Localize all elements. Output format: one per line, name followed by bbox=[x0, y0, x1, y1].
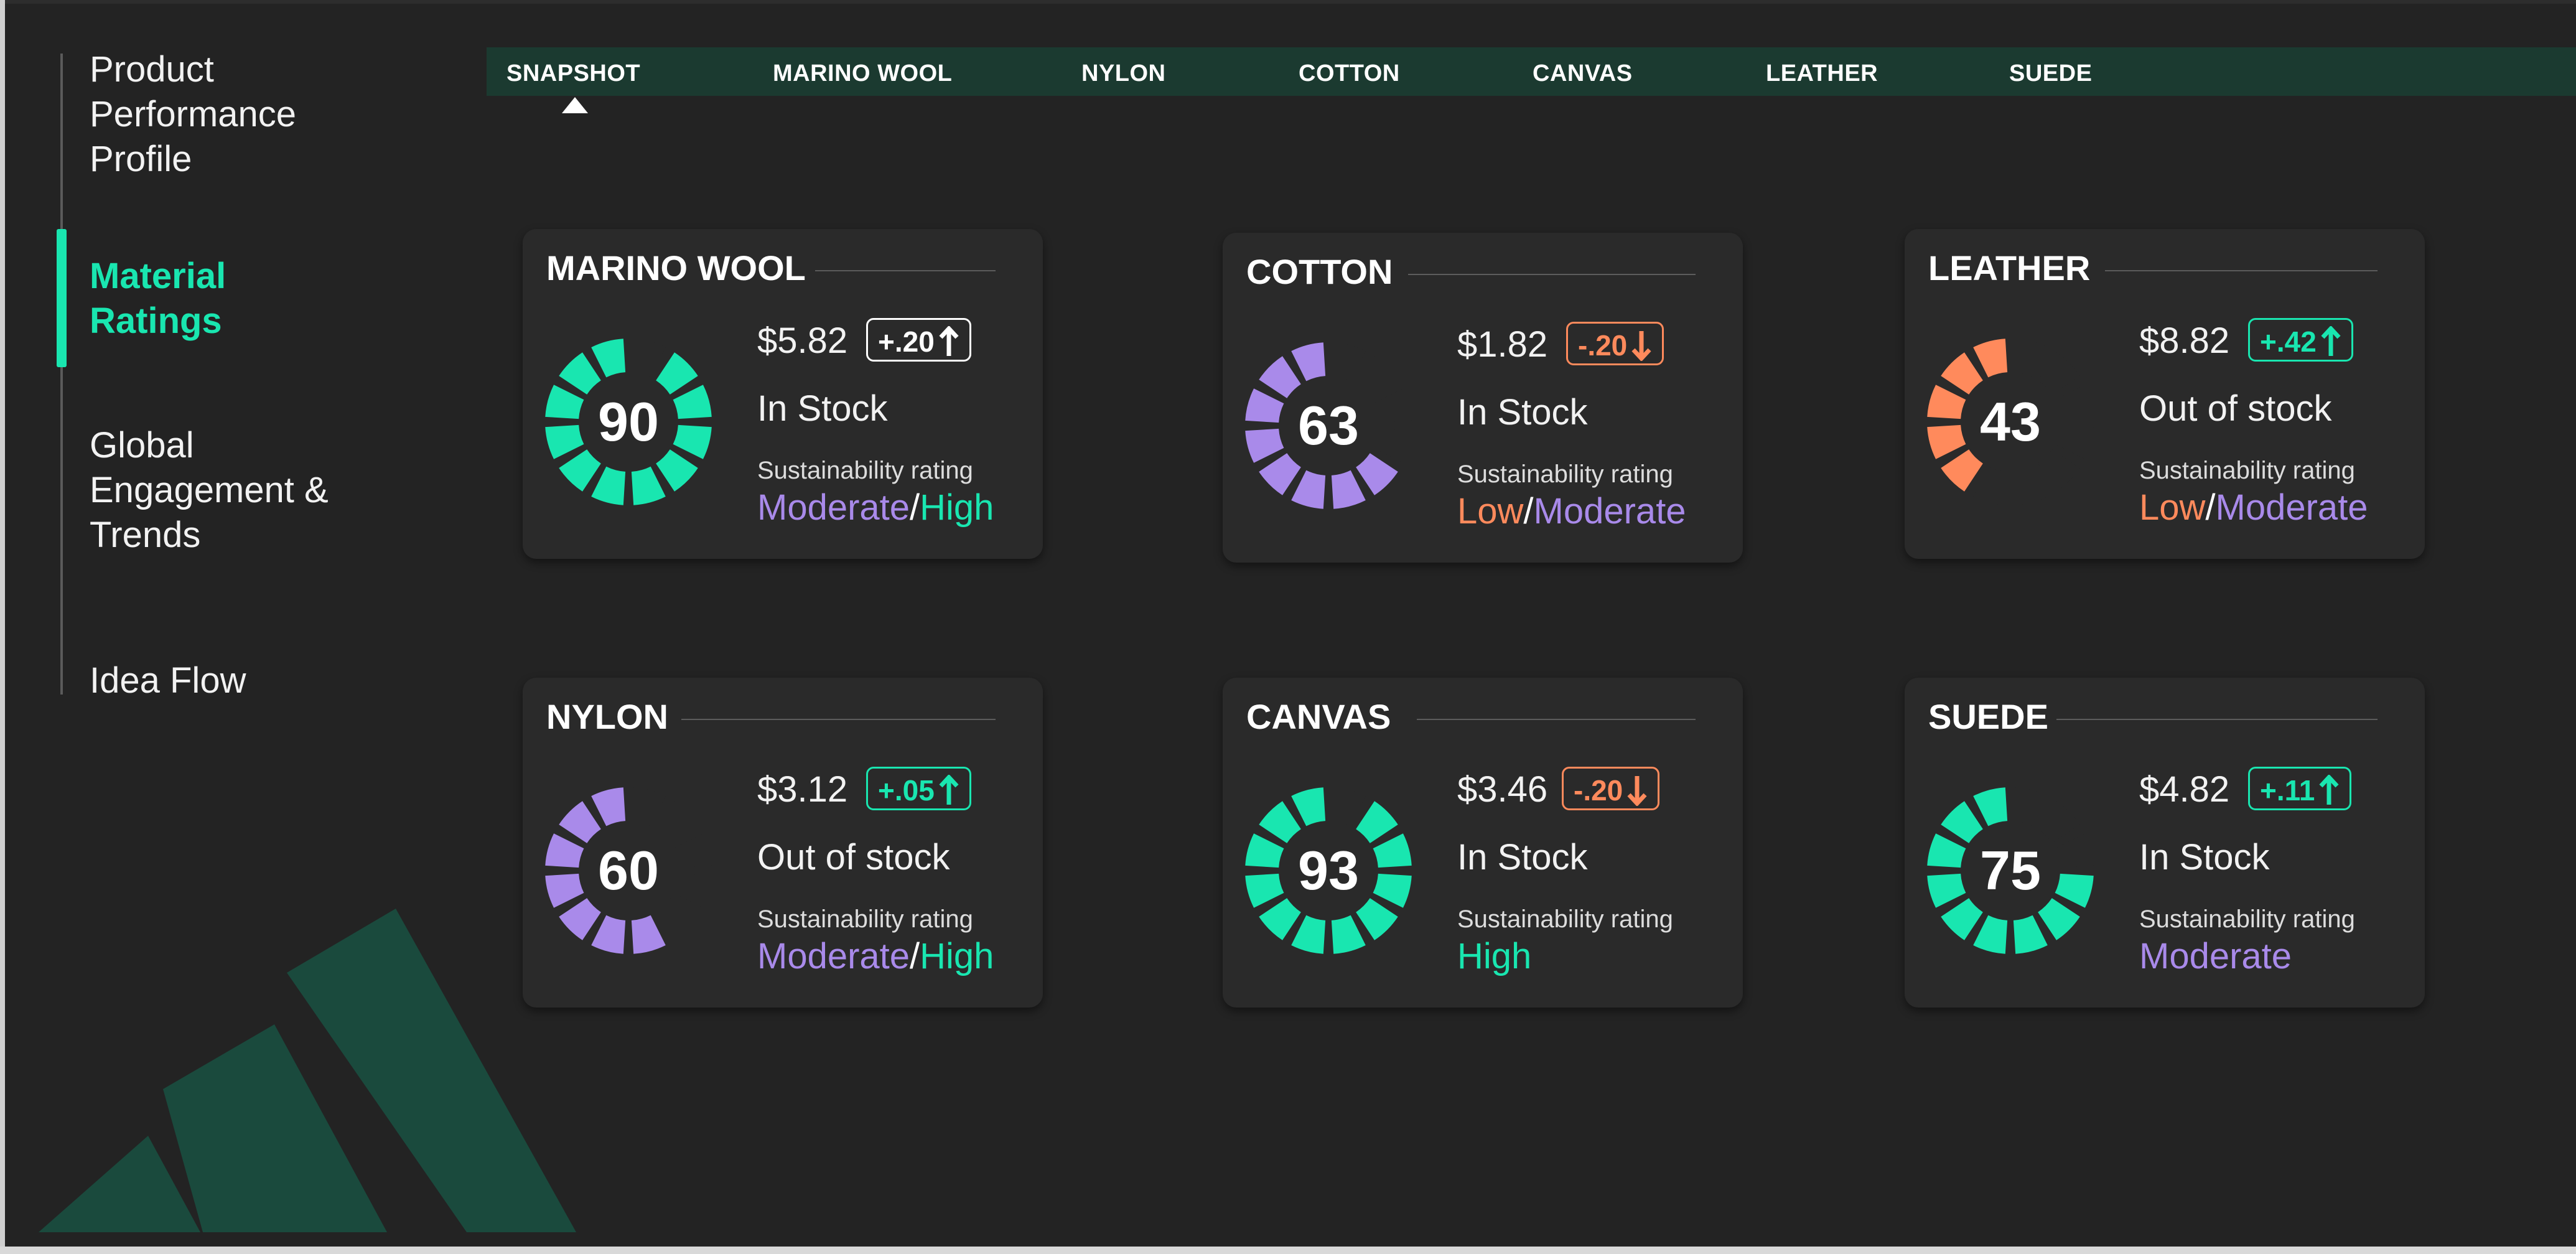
material-card-marino-wool[interactable]: MARINO WOOL 90 $5.82 +.20 In Stock Susta… bbox=[523, 229, 1043, 559]
score-value: 43 bbox=[1980, 391, 2041, 452]
price-change-badge: -.20 bbox=[1562, 767, 1660, 810]
price-change-badge: +.11 bbox=[2248, 767, 2352, 810]
sustainability-rating: High bbox=[1457, 935, 1531, 977]
price-change-badge: +.42 bbox=[2248, 318, 2353, 362]
arrow-up-icon bbox=[939, 774, 959, 805]
score-value: 75 bbox=[1980, 840, 2041, 901]
stock-status: In Stock bbox=[1457, 837, 1588, 877]
title-divider bbox=[815, 270, 996, 271]
rating-separator: / bbox=[910, 487, 920, 528]
price: $3.12 bbox=[757, 769, 848, 810]
title-divider bbox=[681, 719, 996, 720]
title-divider bbox=[2056, 719, 2378, 720]
rating-level: Low bbox=[1457, 491, 1524, 531]
tab-suede[interactable]: SUEDE bbox=[2009, 47, 2092, 96]
material-card-cotton[interactable]: COTTON 63 $1.82 -.20 In Stock Sustainabi… bbox=[1223, 233, 1743, 563]
price-change-badge: +.20 bbox=[866, 318, 971, 362]
card-title: CANVAS bbox=[1246, 697, 1391, 736]
price: $3.46 bbox=[1457, 769, 1548, 810]
sidebar-item-global-engagement-trends[interactable]: Global Engagement & Trends bbox=[90, 423, 363, 558]
sidebar-item-idea-flow[interactable]: Idea Flow bbox=[90, 658, 363, 703]
active-tab-caret bbox=[562, 97, 588, 113]
rating-separator: / bbox=[910, 936, 920, 976]
card-title: COTTON bbox=[1246, 252, 1393, 291]
tab-nylon[interactable]: NYLON bbox=[1081, 47, 1166, 96]
sustainability-rating-label: Sustainability rating bbox=[2139, 905, 2355, 933]
rating-level: Moderate bbox=[757, 487, 910, 528]
price: $5.82 bbox=[757, 321, 848, 361]
sidebar-item-material-ratings[interactable]: Material Ratings bbox=[90, 254, 363, 344]
tab-marino-wool[interactable]: MARINO WOOL bbox=[773, 47, 952, 96]
card-title: LEATHER bbox=[1928, 248, 2091, 288]
tab-cotton[interactable]: COTTON bbox=[1299, 47, 1400, 96]
rating-level: High bbox=[920, 487, 994, 528]
title-divider bbox=[1417, 719, 1696, 720]
sustainability-rating-label: Sustainability rating bbox=[757, 905, 973, 933]
score-value: 60 bbox=[598, 840, 659, 901]
price-change-badge: -.20 bbox=[1566, 322, 1664, 365]
tab-leather[interactable]: LEATHER bbox=[1766, 47, 1878, 96]
tab-bar: SNAPSHOT MARINO WOOL NYLON COTTON CANVAS… bbox=[487, 47, 2576, 96]
sustainability-rating: Moderate bbox=[2139, 935, 2292, 977]
rating-level: High bbox=[1457, 936, 1532, 976]
rating-level: Low bbox=[2139, 487, 2206, 528]
price-change-value: -.20 bbox=[1578, 329, 1628, 362]
sustainability-rating-label: Sustainability rating bbox=[1457, 905, 1673, 933]
window-bottom-edge bbox=[0, 1247, 2576, 1254]
card-title: NYLON bbox=[546, 697, 668, 736]
sustainability-rating-label: Sustainability rating bbox=[1457, 461, 1673, 488]
window-top-edge bbox=[0, 0, 2576, 4]
price-change-value: +.11 bbox=[2260, 774, 2315, 807]
arrow-down-icon bbox=[1631, 330, 1651, 361]
sustainability-rating: Low/Moderate bbox=[2139, 487, 2368, 528]
price: $8.82 bbox=[2139, 321, 2230, 361]
price-change-value: +.20 bbox=[878, 325, 935, 358]
sustainability-rating: Moderate/High bbox=[757, 935, 994, 977]
rating-level: Moderate bbox=[2139, 936, 2292, 976]
arrow-up-icon bbox=[2321, 325, 2341, 356]
material-card-nylon[interactable]: NYLON 60 $3.12 +.05 Out of stock Sustain… bbox=[523, 678, 1043, 1008]
price-change-badge: +.05 bbox=[866, 767, 971, 810]
score-value: 90 bbox=[598, 391, 659, 452]
rating-level: High bbox=[920, 936, 994, 976]
sustainability-rating-label: Sustainability rating bbox=[757, 457, 973, 484]
rating-separator: / bbox=[1523, 491, 1534, 531]
stock-status: In Stock bbox=[1457, 392, 1588, 433]
tab-canvas[interactable]: CANVAS bbox=[1533, 47, 1633, 96]
price: $4.82 bbox=[2139, 769, 2230, 810]
arrow-down-icon bbox=[1627, 775, 1647, 806]
rating-level: Moderate bbox=[1533, 491, 1686, 531]
score-value: 93 bbox=[1298, 840, 1359, 901]
sustainability-rating-label: Sustainability rating bbox=[2139, 457, 2355, 484]
rating-separator: / bbox=[2205, 487, 2216, 528]
sustainability-rating: Low/Moderate bbox=[1457, 490, 1686, 532]
stock-status: Out of stock bbox=[757, 837, 950, 877]
stock-status: Out of stock bbox=[2139, 388, 2332, 429]
sustainability-rating: Moderate/High bbox=[757, 487, 994, 528]
stock-status: In Stock bbox=[2139, 837, 2270, 877]
price-change-value: -.20 bbox=[1574, 774, 1623, 807]
material-card-leather[interactable]: LEATHER 43 $8.82 +.42 Out of stock Susta… bbox=[1905, 229, 2425, 559]
price-change-value: +.05 bbox=[878, 774, 935, 807]
material-card-canvas[interactable]: CANVAS 93 $3.46 -.20 In Stock Sustainabi… bbox=[1223, 678, 1743, 1008]
sidebar-track bbox=[60, 54, 63, 695]
title-divider bbox=[2105, 270, 2378, 271]
card-title: MARINO WOOL bbox=[546, 248, 806, 288]
arrow-up-icon bbox=[939, 325, 959, 356]
stock-status: In Stock bbox=[757, 388, 888, 429]
price-change-value: +.42 bbox=[2260, 325, 2317, 358]
price: $1.82 bbox=[1457, 324, 1548, 365]
rating-level: Moderate bbox=[757, 936, 910, 976]
material-card-suede[interactable]: SUEDE 75 $4.82 +.11 In Stock Sustainabil… bbox=[1905, 678, 2425, 1008]
sidebar-active-indicator bbox=[57, 229, 67, 367]
rating-level: Moderate bbox=[2215, 487, 2368, 528]
card-title: SUEDE bbox=[1928, 697, 2048, 736]
tab-snapshot[interactable]: SNAPSHOT bbox=[506, 47, 640, 96]
title-divider bbox=[1408, 274, 1696, 275]
sidebar-item-product-performance-profile[interactable]: Product Performance Profile bbox=[90, 47, 363, 182]
score-value: 63 bbox=[1298, 395, 1359, 456]
arrow-up-icon bbox=[2319, 774, 2339, 805]
